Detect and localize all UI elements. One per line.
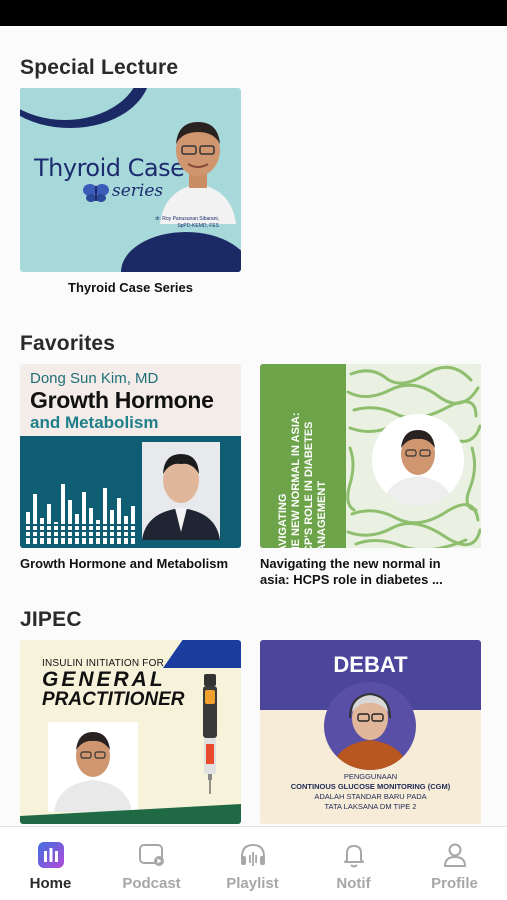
lecture-thumbnail: Dong Sun Kim, MD Growth Hormone and Meta… [20,364,241,548]
decor-shape [163,640,241,668]
section-title-jipec: JIPEC [20,608,82,631]
thumb-title-block: NAVIGATING THE NEW NORMAL IN ASIA: HCP'S… [260,364,346,549]
thumb-speaker: Dong Sun Kim, MD [30,370,159,387]
speaker-photo [372,414,464,506]
caption-line: asia: HCPS role in diabetes ... [260,572,443,587]
thumb-line: THE NEW NORMAL IN ASIA: [290,412,302,549]
headphones-icon [241,843,265,866]
thumb-subtitle: PRACTITIONER [42,689,185,710]
status-bar [0,0,507,26]
thumb-speaker: dr. Roy Panusunan Sibarani, SpPD-KEMD, F… [155,216,219,230]
thumb-line: ADALAH STANDAR BARU PADA [314,792,427,801]
podcast-icon [139,844,164,866]
speaker-photo [48,722,138,812]
tab-profile[interactable]: Profile [404,827,505,900]
thumb-subtitle: and Metabolism [30,413,159,432]
thumb-subtitle: series [112,181,164,201]
thumb-line: PENGGUNAAN [343,772,398,781]
speaker-photo [160,122,236,224]
tab-playlist[interactable]: Playlist [202,827,303,900]
speaker-photo [324,682,416,770]
speaker-photo [142,442,220,540]
card-caption: Growth Hormone and Metabolism [20,556,229,571]
tab-home[interactable]: Home [0,827,101,900]
person-icon [444,843,466,867]
section-title-special-lecture: Special Lecture [20,56,179,79]
thumb-line: TATA LAKSANA DM TIPE 2 [324,802,417,811]
thumb-title: DEBAT [333,652,408,677]
tab-podcast[interactable]: Podcast [101,827,202,900]
card-caption: Thyroid Case Series [68,280,193,295]
decor-shape [121,232,241,272]
favorite-card-growth-hormone[interactable]: Dong Sun Kim, MD Growth Hormone and Meta… [20,364,241,572]
lecture-thumbnail: INSULIN INITIATION FOR GENERAL PRACTITIO… [20,640,241,824]
section-title-favorites: Favorites [20,332,116,355]
caption-line: Navigating the new normal in [260,556,441,571]
lecture-card-thyroid[interactable]: Thyroid Case series dr. Roy Panusunan Si… [20,88,241,296]
bell-icon [344,845,364,868]
thumb-line: NAVIGATING [277,493,289,548]
speaker-name: dr. Roy Panusunan Sibarani, [155,216,219,222]
lecture-thumbnail: Thyroid Case series dr. Roy Panusunan Si… [20,88,241,272]
thumb-line: MANAGEMENT [316,480,328,548]
thumb-line: HCP'S ROLE IN DIABETES [303,421,315,548]
tab-notif[interactable]: Notif [303,827,404,900]
home-bars-icon [38,842,64,868]
bottom-tab-bar: Home Podcast Playlist Notif Profile [0,826,507,900]
card-caption: Navigating the new normal in asia: HCPS … [260,556,481,588]
lecture-thumbnail: DEBAT PENGGUNAAN CONTINOUS GLUCOSE MONIT… [260,640,481,824]
tab-label: Home [29,875,72,892]
thumb-title: Growth Hormone [30,387,214,413]
jipec-card-debat[interactable]: DEBAT PENGGUNAAN CONTINOUS GLUCOSE MONIT… [260,640,481,824]
butterfly-icon [83,184,109,202]
jipec-card-general-practitioner[interactable]: INSULIN INITIATION FOR GENERAL PRACTITIO… [20,640,241,824]
insulin-pen-icon [203,674,217,794]
home-scroll-content[interactable]: Special Lecture Thyroid Case series dr. … [0,26,507,826]
speaker-credentials: SpPD-KEMD, FES [177,223,219,229]
lecture-thumbnail: NAVIGATING THE NEW NORMAL IN ASIA: HCP'S… [260,364,481,548]
tab-label: Playlist [226,875,279,892]
tab-label: Profile [431,875,478,892]
tab-label: Notif [336,875,371,892]
thumb-line: CONTINOUS GLUCOSE MONITORING (CGM) [290,782,451,791]
tab-label: Podcast [122,875,181,892]
favorite-card-navigating[interactable]: NAVIGATING THE NEW NORMAL IN ASIA: HCP'S… [260,364,481,588]
equalizer-graphic [24,484,142,544]
